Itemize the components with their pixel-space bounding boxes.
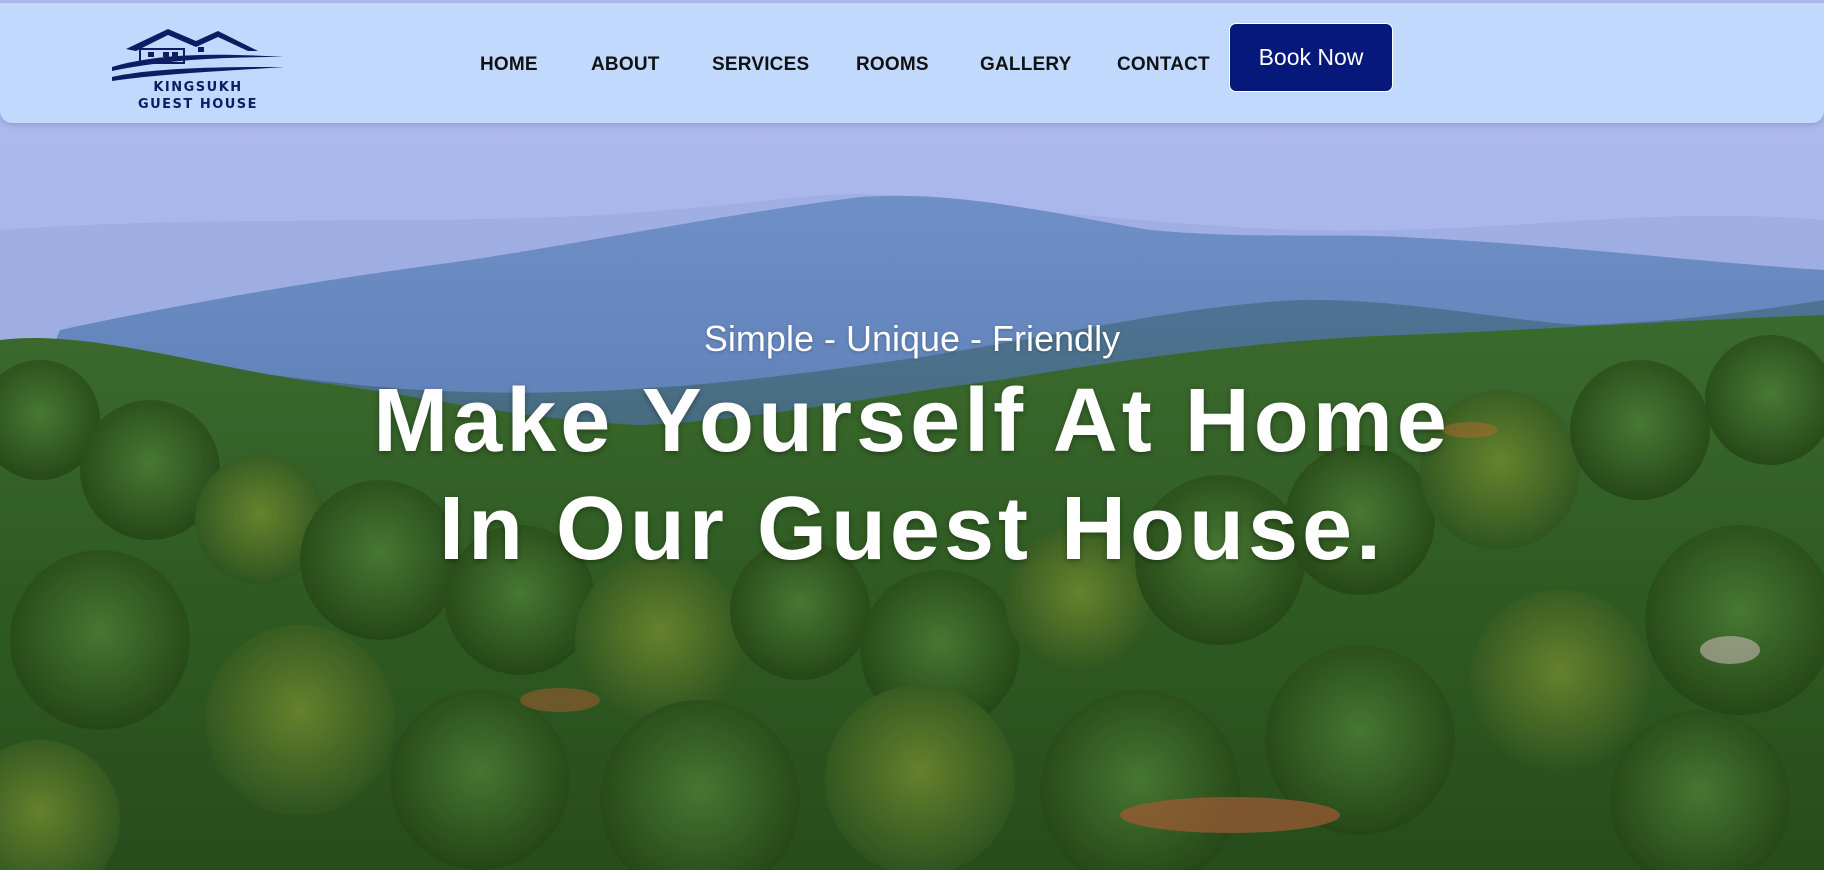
nav-item-home[interactable]: HOME [480, 54, 538, 76]
hero-headline-line2: In Our Guest House. [438, 479, 1386, 579]
hero-tagline: Simple - Unique - Friendly [703, 318, 1121, 359]
site-header: KINGSUKH GUEST HOUSE HOME ABOUT SERVICES… [0, 3, 1824, 123]
nav-item-gallery[interactable]: GALLERY [980, 54, 1071, 76]
nav-item-about[interactable]: ABOUT [591, 54, 660, 76]
brand-name-line1: KINGSUKH [153, 80, 243, 95]
page: KINGSUKH GUEST HOUSE HOME ABOUT SERVICES… [0, 0, 1824, 870]
site-logo[interactable]: KINGSUKH GUEST HOUSE [108, 23, 288, 115]
brand-name-line2: GUEST HOUSE [137, 97, 259, 112]
guest-house-logo-icon [112, 29, 284, 81]
nav-item-rooms[interactable]: ROOMS [856, 54, 929, 76]
nav-item-contact[interactable]: CONTACT [1117, 54, 1210, 76]
hero-headline-line1: Make Yourself At Home [373, 371, 1451, 471]
nav-item-services[interactable]: SERVICES [712, 54, 809, 76]
book-now-button[interactable]: Book Now [1229, 23, 1393, 92]
